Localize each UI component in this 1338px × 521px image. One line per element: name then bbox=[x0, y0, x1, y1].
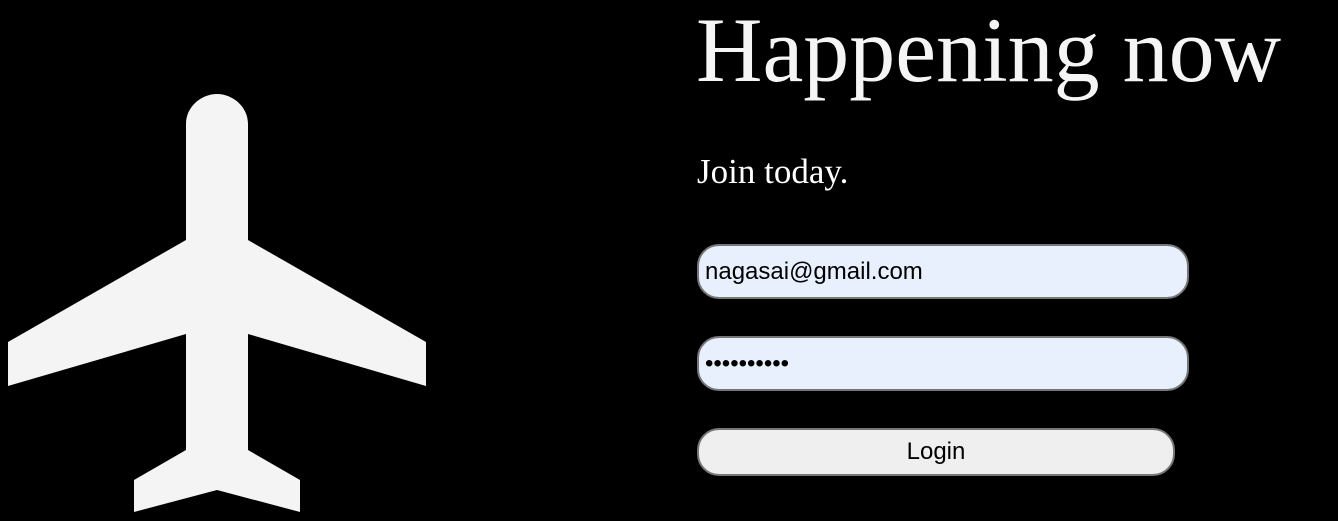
page-title: Happening now bbox=[696, 0, 1282, 101]
page-subtitle: Join today. bbox=[697, 152, 849, 191]
login-page: Happening now Join today. Login bbox=[0, 0, 1338, 521]
login-button[interactable]: Login bbox=[697, 428, 1175, 476]
airplane-icon bbox=[8, 94, 426, 512]
email-field[interactable] bbox=[697, 244, 1189, 299]
password-field[interactable] bbox=[697, 336, 1189, 391]
